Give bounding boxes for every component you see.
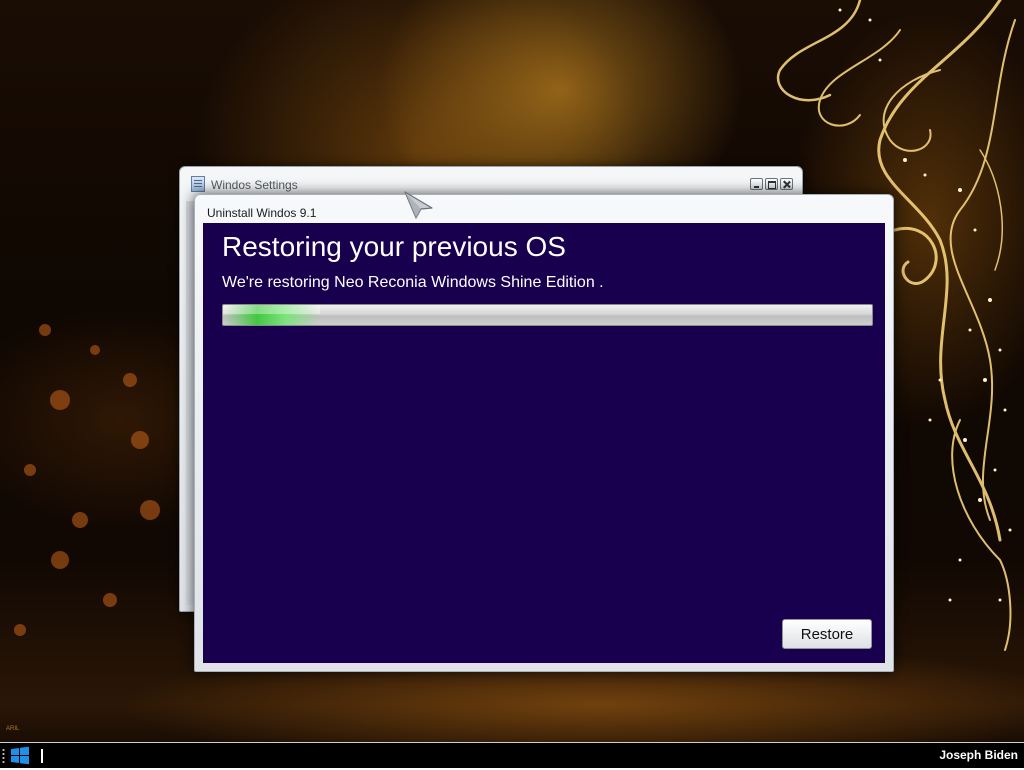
maximize-button[interactable] bbox=[765, 178, 778, 190]
uninstall-dialog[interactable]: Uninstall Windos 9.1 Restoring your prev… bbox=[194, 194, 894, 672]
restore-progress-bar bbox=[222, 304, 873, 326]
desktop: ARIL Windos Settings Uninstall Windos 9.… bbox=[0, 0, 1024, 742]
taskbar-grip[interactable] bbox=[2, 748, 5, 764]
start-button[interactable] bbox=[9, 746, 31, 765]
uninstall-dialog-titlebar[interactable]: Uninstall Windos 9.1 bbox=[195, 195, 893, 223]
taskbar-separator bbox=[41, 749, 43, 763]
status-text: We're restoring Neo Reconia Windows Shin… bbox=[222, 274, 604, 291]
close-button[interactable] bbox=[780, 178, 793, 190]
mouse-cursor-icon bbox=[404, 191, 433, 219]
settings-document-icon bbox=[191, 176, 205, 192]
taskbar: Joseph Biden bbox=[0, 742, 1024, 768]
restore-button[interactable]: Restore bbox=[782, 619, 872, 649]
wallpaper-signature: ARIL bbox=[6, 726, 20, 732]
user-name[interactable]: Joseph Biden bbox=[939, 748, 1018, 762]
page-title: Restoring your previous OS bbox=[222, 231, 566, 262]
window-controls bbox=[750, 178, 793, 192]
progress-fill bbox=[223, 305, 321, 325]
uninstall-dialog-title: Uninstall Windos 9.1 bbox=[207, 206, 317, 220]
windows-logo-icon bbox=[11, 746, 29, 765]
uninstall-dialog-content: Restoring your previous OS We're restori… bbox=[203, 223, 885, 663]
minimize-button[interactable] bbox=[750, 178, 763, 190]
settings-window-title: Windos Settings bbox=[211, 178, 298, 192]
